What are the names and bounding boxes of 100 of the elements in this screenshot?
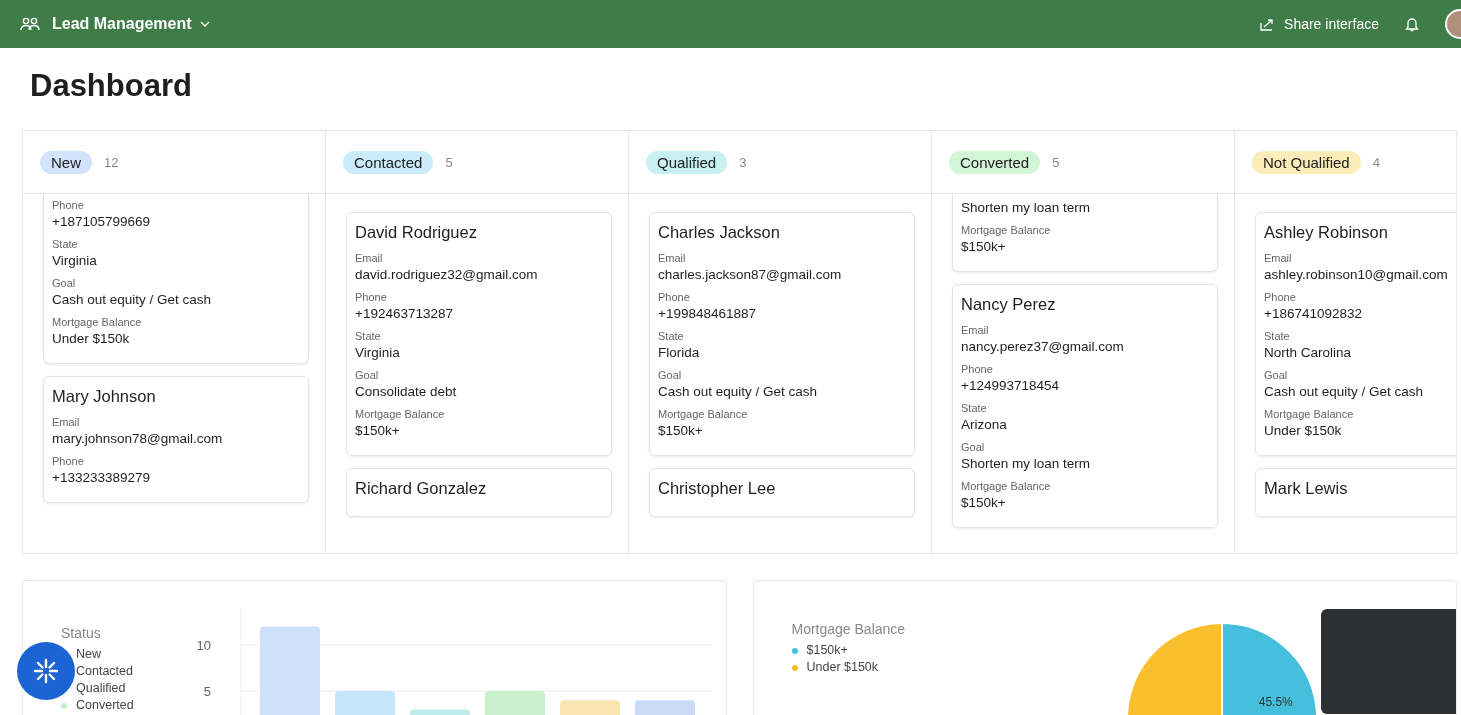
field-value: +124993718454 [961,378,1060,393]
status-tag: Converted [949,150,1041,174]
lead-card[interactable]: Charles Jackson Email charles.jackson87@gmail.com Phone +199848461887 State Florida Goal Cash out equity / Get cash Mortgage Balance $150k+ [649,212,915,456]
field-value: +199848461887 [658,306,757,321]
field-value: $150k+ [355,423,401,438]
field-value: Cash out equity / Get cash [52,292,213,307]
field-value: nancy.perez37@gmail.com [961,339,1125,354]
bar [410,709,470,715]
field-value: North Carolina [1264,345,1353,360]
field-label: Phone [658,291,691,303]
lead-name: Mark Lewis [1264,479,1349,498]
field-label: Mortgage Balance [355,408,446,420]
field-label: State [355,330,382,342]
chart-title: Status [61,625,102,641]
lead-name: Mary Johnson [52,387,157,406]
lead-name: Charles Jackson [658,223,781,242]
bell-icon[interactable] [1405,16,1419,32]
floating-action-button[interactable] [17,642,75,700]
legend-label: Qualified [76,680,126,697]
legend-dot [61,702,67,709]
field-label: Mortgage Balance [658,408,749,420]
lead-name: Nancy Perez [961,295,1057,314]
card-count: 5 [445,154,453,170]
app-name-menu[interactable]: Lead Management [52,15,210,33]
legend-label: New [76,646,101,663]
field-label: Goal [658,369,683,381]
lead-card[interactable]: Nancy Perez Email nancy.perez37@gmail.com Phone +124993718454 State Arizona Goal Shorten my loan term Mortgage Balance $150k+ [952,284,1218,528]
card-count: 3 [739,154,747,170]
field-label: Phone [1264,291,1297,303]
field-label: Email [658,252,687,264]
field-label: Goal [961,441,986,453]
field-value: $150k+ [961,495,1007,510]
legend-label: Converted [76,697,134,714]
field-value: david.rodriguez32@gmail.com [355,267,539,282]
field-label: Mortgage Balance [1264,408,1355,420]
field-value: Arizona [961,417,1008,432]
status-tag: Qualified [646,150,728,174]
legend-label: Under $150k [806,659,879,676]
field-value: $150k+ [658,423,704,438]
status-tag: Contacted [343,150,434,174]
lead-card[interactable]: Phone +187105799669 State Virginia Goal Cash out equity / Get cash Mortgage Balance Under $150k [43,194,309,364]
field-value: Cash out equity / Get cash [658,384,819,399]
lead-card[interactable]: Mary Johnson Email mary.johnson78@gmail.com Phone +133233389279 [43,376,309,503]
card-count: 4 [1372,154,1380,170]
field-value: Virginia [355,345,401,360]
chevron-down-icon [199,21,210,27]
field-label: Goal [52,277,77,289]
field-label: State [52,238,79,250]
legend-label: Contacted [76,663,133,680]
status-tag: New [40,150,92,174]
field-value: Florida [658,345,701,360]
field-label: State [961,402,988,414]
lead-card[interactable]: Ashley Robinson Email ashley.robinson10@gmail.com Phone +186741092832 State North Carolina Goal Cash out equity / Get cash Mortgage Balance Under $150k [1255,212,1456,456]
status-tag: Not Qualified [1252,150,1361,174]
field-value: Cash out equity / Get cash [1264,384,1425,399]
field-value: charles.jackson87@gmail.com [658,267,843,282]
field-value: Under $150k [52,331,131,346]
card-count: 12 [104,154,119,170]
field-value: +133233389279 [52,470,151,485]
field-label: Phone [52,199,85,211]
lead-name: Christopher Lee [658,479,777,498]
field-value: Shorten my loan term [961,456,1092,471]
field-value: $150k+ [961,239,1007,254]
bar [560,700,620,715]
field-label: Phone [52,455,85,467]
field-value: Consolidate debt [355,384,458,399]
field-label: Email [52,416,81,428]
field-value: +187105799669 [52,214,151,229]
card-count: 5 [1052,154,1060,170]
field-label: Email [961,324,990,336]
chart-title: Mortgage Balance [791,621,907,637]
share-icon [1260,17,1275,31]
lead-card[interactable]: Mark Lewis [1255,468,1456,517]
tick-label: 10 [196,638,211,653]
field-value: Virginia [52,253,98,268]
field-label: State [1264,330,1291,342]
field-value: Shorten my loan term [961,200,1092,215]
field-value: ashley.robinson10@gmail.com [1264,267,1449,282]
legend-label: $150k+ [806,642,848,659]
lead-card[interactable]: Richard Gonzalez [346,468,612,517]
field-label: State [658,330,685,342]
field-value: mary.johnson78@gmail.com [52,431,224,446]
field-label: Email [355,252,384,264]
tick-label: 5 [203,684,211,699]
page-title: Dashboard [29,67,193,105]
field-label: Mortgage Balance [52,316,143,328]
field-label: Phone [961,363,994,375]
field-value: +192463713287 [355,306,454,321]
share-button[interactable]: Share interface [1260,16,1379,32]
lead-card[interactable]: Christopher Lee [649,468,915,517]
field-label: Goal [1264,369,1289,381]
lead-name: Ashley Robinson [1264,223,1389,242]
field-label: Phone [355,291,388,303]
field-value: Under $150k [1264,423,1343,438]
lead-card[interactable]: Shorten my loan term Mortgage Balance $150k+ [952,194,1218,272]
field-value: +186741092832 [1264,306,1363,321]
bar [485,691,545,715]
slice-label: 45.5% [1258,694,1293,709]
lead-card[interactable]: David Rodriguez Email david.rodriguez32@gmail.com Phone +192463713287 State Virginia Goal Consolidate debt Mortgage Balance $150k+ [346,212,612,456]
people-icon [20,16,40,32]
